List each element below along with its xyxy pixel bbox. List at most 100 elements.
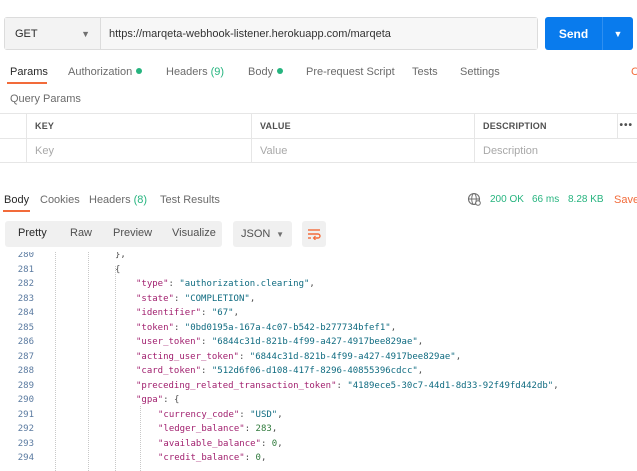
code-text: "token": "0bd0195a-167a-4c07-b542-b27773… xyxy=(136,322,397,333)
code-text: "available_balance": 0, xyxy=(158,438,283,449)
tab-cookies-partial[interactable]: C xyxy=(631,66,637,78)
json-punctuation: , xyxy=(417,366,424,376)
send-button[interactable]: Send ▼ xyxy=(545,17,633,50)
line-number: 287 xyxy=(17,351,34,362)
json-value: { xyxy=(173,395,180,405)
column-options[interactable]: ••• xyxy=(617,114,637,138)
json-punctuation: , xyxy=(455,351,462,362)
json-punctuation: , xyxy=(277,438,283,449)
response-size[interactable]: 8.28 KB xyxy=(568,194,604,205)
json-value: "COMPLETION" xyxy=(184,293,250,304)
tab-headers-count: (9) xyxy=(210,66,225,78)
tab-headers[interactable]: Headers (9) xyxy=(166,66,224,78)
active-tab-indicator xyxy=(7,82,47,84)
tab-headers-label: Headers xyxy=(166,66,208,78)
response-tabs: Body Cookies Headers (8) Test Results 20… xyxy=(0,192,637,214)
key-input[interactable]: Key xyxy=(26,139,255,163)
tab-body[interactable]: Body xyxy=(248,66,284,78)
tab-authorization[interactable]: Authorization xyxy=(68,66,143,78)
method-label: GET xyxy=(15,27,38,40)
column-header-description: DESCRIPTION xyxy=(474,114,619,138)
code-text: "ledger_balance": 283, xyxy=(158,424,278,434)
tab-response-headers-count: (8) xyxy=(133,194,148,206)
json-value: "512d6f06-d108-417f-8296-40855396cdcc" xyxy=(211,366,418,376)
code-text: "identifier": "67", xyxy=(136,308,239,318)
code-text: "preceding_related_transaction_token": "… xyxy=(136,380,559,391)
json-punctuation: , xyxy=(277,409,283,420)
json-key: "token" xyxy=(136,322,174,333)
json-key: "currency_code" xyxy=(158,409,240,420)
table-header-row: KEY VALUE DESCRIPTION ••• xyxy=(0,114,637,139)
tab-response-headers[interactable]: Headers (8) xyxy=(89,194,147,206)
preview-button[interactable]: Preview xyxy=(113,227,152,239)
description-input[interactable]: Description xyxy=(474,139,619,163)
wrap-lines-icon[interactable] xyxy=(302,221,326,247)
tab-params[interactable]: Params xyxy=(10,66,48,78)
json-key: "ledger_balance" xyxy=(158,424,245,434)
line-number: 283 xyxy=(17,293,34,304)
request-tabs: Params Authorization Headers (9) Body Pr… xyxy=(0,62,637,84)
code-text: { xyxy=(115,264,121,275)
code-line: 290 "gpa": { xyxy=(0,393,637,407)
globe-icon[interactable] xyxy=(467,192,481,209)
json-value: "USD" xyxy=(250,409,278,420)
tab-test-results[interactable]: Test Results xyxy=(160,194,220,206)
line-number: 292 xyxy=(17,424,34,434)
json-punctuation: , xyxy=(553,380,559,391)
code-line: 286 "user_token": "6844c31d-821b-4f99-a42… xyxy=(0,335,637,349)
request-url-bar: GET ▼ https://marqeta-webhook-listener.h… xyxy=(4,17,538,50)
more-options-icon[interactable]: ••• xyxy=(619,120,633,131)
save-response-button[interactable]: Save xyxy=(614,194,637,206)
tab-response-body[interactable]: Body xyxy=(4,194,29,206)
query-params-title: Query Params xyxy=(10,93,81,105)
tab-tests[interactable]: Tests xyxy=(412,66,438,78)
tab-cookies[interactable]: Cookies xyxy=(40,194,80,206)
json-key: "state" xyxy=(136,293,174,304)
response-format-toolbar: Pretty Raw Preview Visualize xyxy=(5,221,222,247)
tab-settings[interactable]: Settings xyxy=(460,66,500,78)
code-line: 291 "currency_code": "USD", xyxy=(0,408,637,422)
response-body-viewer[interactable]: 280}, 281 {282 "type": "authorization.clear… xyxy=(0,252,637,471)
json-value: 283 xyxy=(255,424,272,434)
query-params-table: KEY VALUE DESCRIPTION ••• Key Value Desc… xyxy=(0,113,637,163)
tab-authorization-label: Authorization xyxy=(68,66,133,78)
code-text: "state": "COMPLETION", xyxy=(136,293,256,304)
visualize-button[interactable]: Visualize xyxy=(172,227,216,239)
line-number: 289 xyxy=(17,380,34,391)
code-text: "acting_user_token": "6844c31d-821b-4f99… xyxy=(136,351,462,362)
column-header-value: VALUE xyxy=(251,114,478,138)
code-text: "gpa": { xyxy=(136,395,180,405)
json-punctuation: , xyxy=(249,293,256,304)
json-punctuation: , xyxy=(233,308,239,318)
tab-prerequest-script[interactable]: Pre-request Script xyxy=(306,66,395,78)
json-value: "4189ece5-30c7-44d1-8d33-92f49fd442db" xyxy=(347,380,554,391)
format-select-value: JSON xyxy=(241,228,271,240)
code-text: "user_token": "6844c31d-821b-4f99-a427-4… xyxy=(136,337,424,347)
url-input[interactable]: https://marqeta-webhook-listener.herokua… xyxy=(101,18,537,49)
json-key: "user_token" xyxy=(136,337,202,347)
json-key: "gpa" xyxy=(136,395,164,405)
code-line: 285 "token": "0bd0195a-167a-4c07-b542-b27… xyxy=(0,321,637,335)
format-select[interactable]: JSON ▼ xyxy=(233,221,292,247)
json-key: "type" xyxy=(136,279,169,289)
line-number: 288 xyxy=(17,366,34,376)
send-dropdown-icon[interactable]: ▼ xyxy=(603,29,633,39)
code-line: 294 "credit_balance": 0, xyxy=(0,451,637,465)
pretty-button[interactable]: Pretty xyxy=(18,227,47,239)
status-code[interactable]: 200 OK xyxy=(490,194,524,205)
raw-button[interactable]: Raw xyxy=(70,227,92,239)
code-line: 283 "state": "COMPLETION", xyxy=(0,292,637,306)
response-time[interactable]: 66 ms xyxy=(532,194,559,205)
method-select[interactable]: GET ▼ xyxy=(5,18,101,49)
code-line: 282 "type": "authorization.clearing", xyxy=(0,277,637,291)
json-value: "6844c31d-821b-4f99-a427-4917bee829ae" xyxy=(211,337,418,347)
chevron-down-icon: ▼ xyxy=(81,28,90,39)
line-number: 286 xyxy=(17,337,34,347)
code-line: 288 "card_token": "512d6f06-d108-417f-829… xyxy=(0,364,637,378)
code-text: "type": "authorization.clearing", xyxy=(136,279,315,289)
json-value: "67" xyxy=(211,308,234,318)
json-value: "0bd0195a-167a-4c07-b542-b277734bfef1" xyxy=(184,322,391,333)
code-line: 289 "preceding_related_transaction_token"… xyxy=(0,379,637,393)
code-line: 281 { xyxy=(0,263,637,277)
value-input[interactable]: Value xyxy=(251,139,478,163)
